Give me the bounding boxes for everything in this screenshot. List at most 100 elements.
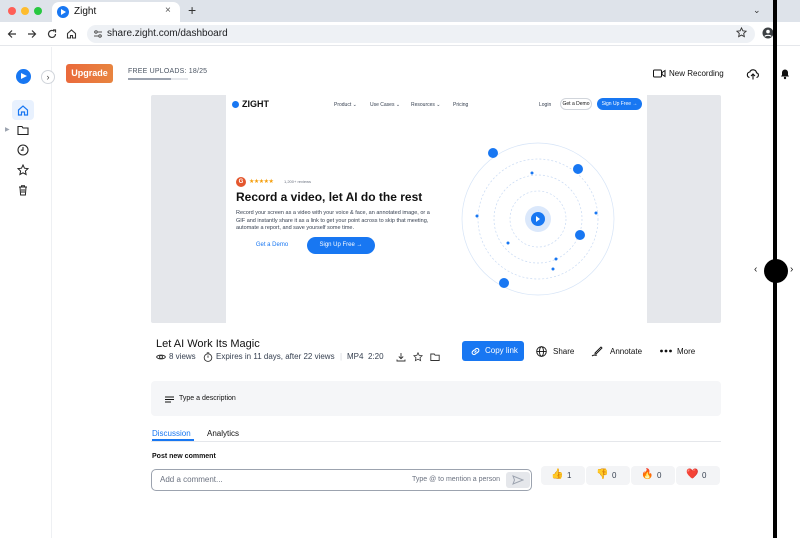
text-lines-icon (165, 396, 174, 403)
window-maximize-button[interactable] (34, 7, 42, 15)
sidebar-collapse-button[interactable]: › (41, 70, 55, 84)
heart-icon: ❤️ (686, 469, 699, 480)
video-duration: 2:20 (368, 352, 384, 361)
annotate-label: Annotate (610, 347, 643, 356)
comment-input[interactable] (160, 475, 400, 484)
reload-icon[interactable] (47, 29, 57, 39)
address-bar[interactable]: share.zight.com/dashboard (87, 25, 755, 43)
description-box[interactable]: Type a description (151, 381, 721, 416)
comparison-slider-handle[interactable] (764, 259, 788, 283)
new-recording-label: New Recording (669, 69, 724, 78)
reaction-fire[interactable]: 🔥 0 (631, 466, 675, 485)
tab-close-button[interactable]: × (165, 5, 171, 16)
g2-badge: G (236, 177, 246, 187)
video-title[interactable]: Let AI Work Its Magic (156, 338, 260, 350)
forward-arrow-icon[interactable] (27, 29, 37, 39)
copy-link-label: Copy link (485, 346, 518, 355)
trash-icon[interactable] (17, 184, 29, 196)
video-format: MP4 (347, 352, 364, 361)
thumbs-down-icon: 👎 (596, 469, 609, 480)
star-icon[interactable] (17, 164, 29, 176)
clock-icon[interactable] (17, 144, 29, 156)
free-uploads-label: FREE UPLOADS: 18/25 (128, 68, 208, 75)
orbit-illustration (461, 142, 615, 296)
reaction-heart[interactable]: ❤️ 0 (676, 466, 720, 485)
preview-nav-resources: Resources ⌄ (411, 102, 441, 108)
more-dots-icon (660, 349, 672, 353)
preview-nav-pricing: Pricing (453, 102, 469, 108)
preview-reviews: 1,200+ reviews (284, 179, 312, 184)
description-placeholder: Type a description (179, 395, 236, 402)
reaction-thumbs-up[interactable]: 👍 1 (541, 466, 585, 485)
tab-discussion[interactable]: Discussion (152, 429, 191, 438)
new-tab-button[interactable]: + (188, 2, 196, 18)
send-icon (512, 475, 524, 485)
window-close-button[interactable] (8, 7, 16, 15)
tab-analytics[interactable]: Analytics (207, 429, 239, 438)
timer-icon (203, 352, 213, 362)
share-label: Share (553, 347, 575, 356)
reaction-count: 0 (612, 471, 617, 480)
post-comment-label: Post new comment (152, 453, 216, 460)
annotate-pen-icon (591, 346, 603, 357)
zight-app-logo-icon[interactable] (16, 69, 31, 84)
reaction-count: 1 (567, 471, 572, 480)
app-sidebar (0, 47, 52, 538)
preview-stars: ★★★★★ (249, 179, 274, 185)
url-text[interactable]: share.zight.com/dashboard (107, 28, 228, 39)
more-label: More (677, 347, 696, 356)
caret-right-icon[interactable]: ▶ (5, 126, 10, 133)
views-count: 8 views (169, 352, 196, 361)
link-icon (471, 347, 480, 356)
preview-signup-button: Sign Up Free → (597, 98, 642, 110)
window-minimize-button[interactable] (21, 7, 29, 15)
bookmark-star-icon[interactable] (736, 27, 747, 38)
upgrade-button[interactable]: Upgrade (66, 64, 113, 83)
meta-divider: | (340, 352, 343, 361)
eye-icon (156, 354, 166, 360)
preview-signup-cta: Sign Up Free → (307, 237, 375, 254)
fire-icon: 🔥 (641, 469, 654, 480)
reaction-thumbs-down[interactable]: 👎 0 (586, 466, 630, 485)
mention-hint: Type @ to mention a person (412, 476, 501, 483)
chevron-left-icon[interactable]: ‹ (754, 264, 757, 275)
new-recording-button[interactable]: New Recording (653, 69, 724, 78)
chevron-right-icon[interactable]: › (790, 264, 793, 275)
preview-body-text: Record your screen as a video with your … (236, 210, 430, 231)
video-player[interactable]: ZIGHT Product ⌄ Use Cases ⌄ Resources ⌄ … (151, 95, 721, 323)
preview-logo: ZIGHT (232, 99, 269, 109)
home-icon[interactable] (66, 28, 77, 39)
browser-tab-bar: Zight × + ⌄ (0, 0, 800, 22)
reaction-count: 0 (657, 471, 662, 480)
send-comment-button[interactable] (506, 472, 530, 488)
uploads-progress-fill (128, 78, 172, 80)
upload-cloud-icon[interactable] (746, 67, 760, 81)
zight-logo-icon (57, 6, 69, 18)
thumbs-up-icon: 👍 (551, 469, 564, 480)
favorite-star-icon[interactable] (413, 352, 423, 362)
preview-get-demo-link: Get a Demo (255, 242, 289, 248)
preview-demo-button: Get a Demo (560, 98, 592, 110)
globe-icon (536, 346, 547, 357)
tab-title: Zight (74, 6, 97, 17)
preview-nav-use-cases: Use Cases ⌄ (370, 102, 401, 108)
move-to-folder-icon[interactable] (430, 352, 440, 362)
tab-search-button[interactable]: ⌄ (753, 5, 761, 16)
comment-box: Type @ to mention a person (151, 469, 532, 491)
browser-toolbar: share.zight.com/dashboard (0, 22, 800, 46)
sidebar-item-home[interactable] (12, 100, 34, 120)
uploads-progress-bar (128, 78, 188, 80)
tabs-divider (151, 441, 721, 442)
preview-login: Login (539, 102, 552, 108)
download-icon[interactable] (396, 352, 406, 362)
notification-bell-icon[interactable] (779, 67, 791, 80)
preview-headline: Record a video, let AI do the rest (236, 190, 423, 204)
video-frame-website: ZIGHT Product ⌄ Use Cases ⌄ Resources ⌄ … (226, 95, 647, 323)
expiry-text[interactable]: Expires in 11 days, after 22 views (216, 352, 335, 361)
home-icon (17, 105, 29, 116)
folder-icon[interactable] (17, 124, 29, 136)
back-arrow-icon[interactable] (7, 29, 17, 39)
site-settings-icon[interactable] (93, 29, 103, 39)
browser-tab[interactable]: Zight × (52, 2, 180, 22)
copy-link-button[interactable]: Copy link (462, 341, 524, 361)
